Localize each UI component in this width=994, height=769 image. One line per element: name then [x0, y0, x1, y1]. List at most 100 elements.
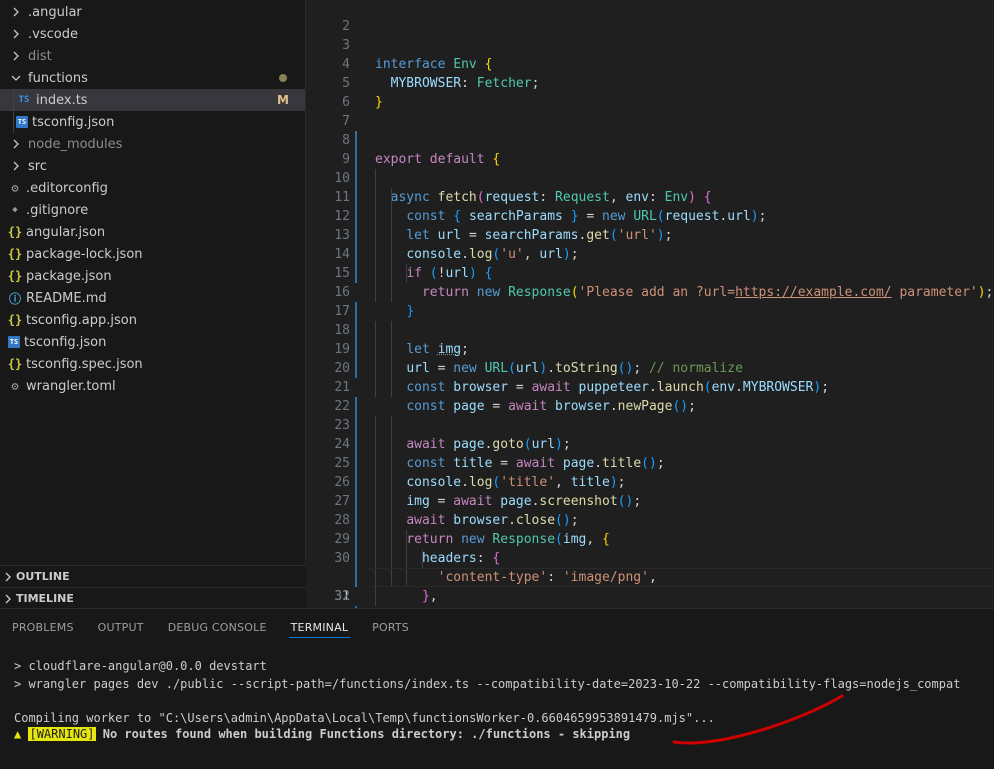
- code-line: 13 return new Response('Please add an ?u…: [307, 207, 994, 300]
- code-line: 18 const browser = await puppeteer.launc…: [307, 302, 994, 395]
- code-line: 30 });: [307, 530, 994, 606]
- tree-item-label: package.json: [26, 268, 112, 284]
- tree-item-label: src: [28, 158, 47, 174]
- code-line: 29 },: [307, 511, 994, 604]
- modified-dot-icon: [279, 74, 287, 82]
- terminal-line: > cloudflare-angular@0.0.0 devstart: [14, 659, 267, 673]
- red-annotation-stroke: [672, 694, 844, 745]
- tree-item-angular[interactable]: .angular: [0, 1, 305, 23]
- code-line: 21 await page.goto(url);: [307, 359, 994, 452]
- tree-item-label: tsconfig.json: [24, 334, 107, 350]
- outline-section-header[interactable]: OUTLINE: [0, 565, 306, 587]
- ts-icon: TS: [18, 95, 30, 105]
- json-icon: {}: [7, 357, 23, 371]
- code-line: 12 if (!url) {: [307, 188, 994, 281]
- tree-item-label: .angular: [28, 4, 82, 20]
- tab-ports[interactable]: PORTS: [360, 609, 421, 645]
- warning-label: [WARNING]: [28, 727, 96, 741]
- chevron-right-icon: [8, 136, 24, 152]
- tree-item-label: tsconfig.app.json: [26, 312, 137, 328]
- tree-item-package-lock-json[interactable]: {} package-lock.json: [0, 243, 305, 265]
- chevron-right-icon: [0, 569, 16, 585]
- tree-item-tsconfig-json[interactable]: TS tsconfig.json: [0, 331, 305, 353]
- tree-item-angular-json[interactable]: {} angular.json: [0, 221, 305, 243]
- tree-item-label: .gitignore: [26, 202, 89, 218]
- gear-icon: ⚙: [11, 181, 19, 195]
- code-line: 22 const title = await page.title();: [307, 378, 994, 471]
- panel-tabs: PROBLEMS OUTPUT DEBUG CONSOLE TERMINAL P…: [0, 609, 421, 645]
- timeline-label: TIMELINE: [16, 592, 74, 605]
- code-line: 19 const page = await browser.newPage();: [307, 321, 994, 414]
- tree-item-label: functions: [28, 70, 88, 86]
- json-icon: {}: [7, 247, 23, 261]
- gear-icon: ⚙: [11, 379, 19, 393]
- code-line: 10 let url = searchParams.get('url');: [307, 150, 994, 243]
- warning-icon: ▲: [14, 727, 22, 741]
- tree-item-label: dist: [28, 48, 52, 64]
- json-icon: {}: [7, 225, 23, 239]
- code-line: 7 export default {: [307, 93, 994, 167]
- tree-item-label: angular.json: [26, 224, 106, 240]
- code-line: 32 };: [307, 568, 994, 604]
- json-icon: {}: [7, 313, 23, 327]
- code-line: 20: [307, 340, 994, 397]
- tree-item-label: package-lock.json: [26, 246, 143, 262]
- tree-item-tsconfig-app-json[interactable]: {} tsconfig.app.json: [0, 309, 305, 331]
- code-line: 6: [307, 74, 994, 110]
- timeline-section-header[interactable]: TIMELINE: [0, 587, 306, 609]
- code-line: 23 console.log('title', title);: [307, 397, 994, 490]
- code-line: 2: [307, 0, 994, 34]
- tree-item-label: .vscode: [28, 26, 78, 42]
- code-line: 28 'content-type': 'image/png',: [307, 492, 994, 585]
- tree-item-tsconfig-json[interactable]: TS tsconfig.json: [0, 111, 305, 133]
- tree-item-label: tsconfig.spec.json: [26, 356, 143, 372]
- tree-item-vscode[interactable]: .vscode: [0, 23, 305, 45]
- code-line: 5 }: [307, 55, 994, 110]
- tree-item-readme-md[interactable]: ⓘ README.md: [0, 287, 305, 309]
- code-line: 26 return new Response(img, {: [307, 454, 994, 547]
- git-icon: ◆: [12, 205, 18, 215]
- tree-item-dist[interactable]: dist: [0, 45, 305, 67]
- tsconfig-icon: TS: [16, 116, 28, 128]
- indent-guide: [13, 111, 14, 133]
- tree-item-gitignore[interactable]: ◆ .gitignore: [0, 199, 305, 221]
- code-line: 16 let img;: [307, 264, 994, 357]
- code-editor[interactable]: 2 3 interface Env { 4 MYBROWSER: Fetcher…: [307, 0, 994, 608]
- code-line: 4 MYBROWSER: Fetcher;: [307, 36, 994, 91]
- json-icon: {}: [7, 269, 23, 283]
- chevron-right-icon: [8, 158, 24, 174]
- tab-terminal[interactable]: TERMINAL: [279, 609, 361, 645]
- code-line: 14 }: [307, 226, 994, 319]
- chevron-right-icon: [0, 591, 16, 607]
- code-line: 17 url = new URL(url).toString(); // nor…: [307, 283, 994, 376]
- tree-item-label: README.md: [26, 290, 107, 306]
- tree-item-package-json[interactable]: {} package.json: [0, 265, 305, 287]
- tree-item-editorconfig[interactable]: ⚙ .editorconfig: [0, 177, 305, 199]
- tree-item-node-modules[interactable]: node_modules: [0, 133, 305, 155]
- tree-item-src[interactable]: src: [0, 155, 305, 177]
- info-icon: ⓘ: [8, 291, 21, 306]
- code-line: 11 console.log('u', url);: [307, 169, 994, 262]
- tab-output[interactable]: OUTPUT: [86, 609, 156, 645]
- code-line-current: 31 },: [307, 549, 994, 608]
- tree-item-wrangler-toml[interactable]: ⚙ wrangler.toml: [0, 375, 305, 397]
- tree-item-label: index.ts: [36, 92, 88, 108]
- tree-item-functions[interactable]: functions: [0, 67, 305, 89]
- explorer-sidebar: .angular .vscode dist functions TS index.ts M T…: [0, 0, 306, 609]
- tsconfig-icon: TS: [8, 336, 20, 348]
- chevron-down-icon: [8, 70, 24, 86]
- code-line: 33: [307, 587, 994, 606]
- tree-item-label: wrangler.toml: [26, 378, 116, 394]
- tab-problems[interactable]: PROBLEMS: [0, 609, 86, 645]
- code-line: 9 const { searchParams } = new URL(reque…: [307, 131, 994, 224]
- git-modified-badge: M: [277, 93, 289, 107]
- tab-debug-console[interactable]: DEBUG CONSOLE: [156, 609, 279, 645]
- code-line: 24 img = await page.screenshot();: [307, 416, 994, 509]
- code-line: 15: [307, 245, 994, 302]
- indent-guide: [13, 89, 14, 111]
- code-line: 3 interface Env {: [307, 17, 994, 72]
- tree-item-label: tsconfig.json: [32, 114, 115, 130]
- code-line: 8 async fetch(request: Request, env: Env…: [307, 112, 994, 205]
- tree-item-tsconfig-spec-json[interactable]: {} tsconfig.spec.json: [0, 353, 305, 375]
- tree-item-index-ts[interactable]: TS index.ts M: [0, 89, 305, 111]
